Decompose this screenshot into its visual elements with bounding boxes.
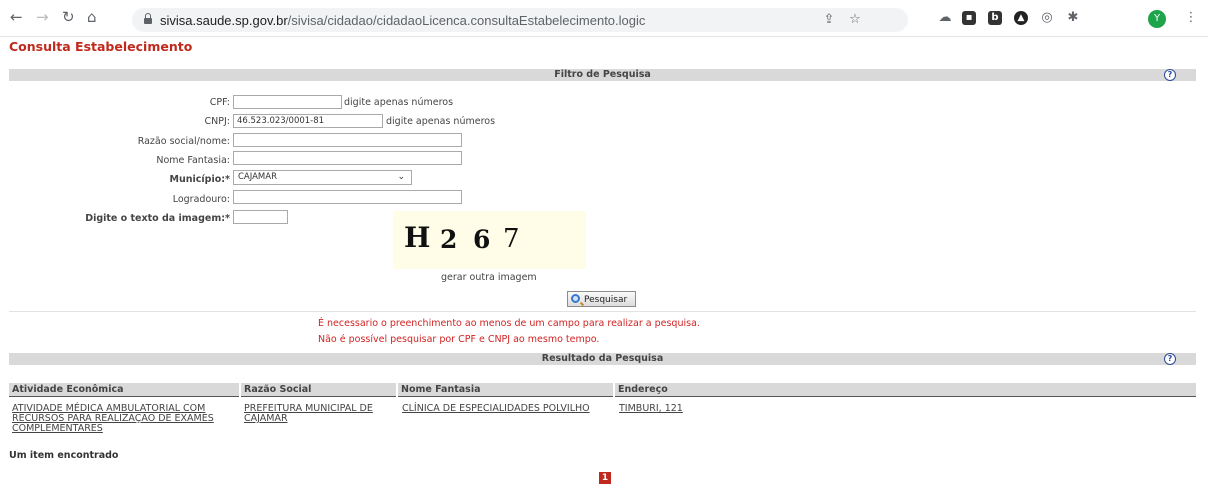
cell-line: CAJAMAR <box>244 413 288 424</box>
error-message-1: É necessario o preenchimento ao menos de… <box>318 318 700 329</box>
profile-avatar[interactable]: Y <box>1148 10 1166 28</box>
search-button-label: Pesquisar <box>584 295 628 305</box>
cnpj-hint: digite apenas números <box>386 116 496 127</box>
cpf-hint: digite apenas números <box>344 97 454 108</box>
menu-kebab-icon[interactable]: ⋮ <box>1184 11 1198 25</box>
municipio-select[interactable]: CAJAMAR ⌄ <box>233 170 412 185</box>
bookmark-star-icon[interactable]: ☆ <box>848 13 862 27</box>
captcha-char: H <box>404 221 431 254</box>
home-icon[interactable]: ⌂ <box>87 9 97 25</box>
reload-icon[interactable]: ↻ <box>62 9 75 25</box>
fantasia-label: Nome Fantasia: <box>156 155 230 166</box>
captcha-char: 2 <box>440 225 458 254</box>
address-bar[interactable]: sivisa.saude.sp.gov.br/sivisa/cidadao/ci… <box>132 8 908 32</box>
browser-toolbar: ← → ↻ ⌂ sivisa.saude.sp.gov.br/sivisa/ci… <box>0 0 1208 37</box>
cpf-input[interactable] <box>233 95 342 109</box>
captcha-char: 6 <box>473 225 491 254</box>
help-icon[interactable]: ? <box>1164 353 1176 365</box>
filter-header-label: Filtro de Pesquisa <box>554 69 651 80</box>
puzzle-extensions-icon[interactable]: ✱ <box>1066 11 1080 25</box>
cnpj-label: CNPJ: <box>204 116 230 127</box>
cell-line: COMPLEMENTARES <box>12 423 103 434</box>
logradouro-input[interactable] <box>233 190 462 204</box>
cell-fantasia-link[interactable]: CLÍNICA DE ESPECIALIDADES POLVILHO <box>402 404 590 414</box>
lock-icon <box>144 13 152 24</box>
search-button[interactable]: Pesquisar <box>567 291 636 307</box>
back-icon[interactable]: ← <box>10 9 23 25</box>
cell-atividade-link[interactable]: ATIVIDADE MÉDICA AMBULATORIAL COM RECURS… <box>12 404 214 434</box>
image-extension-icon[interactable]: ▪ <box>962 11 976 25</box>
captcha-char: 7 <box>503 224 520 254</box>
help-icon[interactable]: ? <box>1164 69 1176 81</box>
logradouro-label: Logradouro: <box>172 194 230 205</box>
cpf-label: CPF: <box>209 97 230 108</box>
error-message-2: Não é possível pesquisar por CPF e CNPJ … <box>318 334 600 345</box>
razao-input[interactable] <box>233 133 462 147</box>
cloud-extension-icon[interactable]: ☁ <box>938 11 952 25</box>
column-header-atividade[interactable]: Atividade Econômica <box>9 383 239 397</box>
b-extension-icon[interactable]: b <box>988 11 1002 25</box>
column-header-endereco[interactable]: Endereço <box>615 383 1196 397</box>
captcha-label: Digite o texto da imagem:* <box>85 213 230 224</box>
cnpj-input[interactable]: 46.523.023/0001-81 <box>233 114 383 128</box>
municipio-value: CAJAMAR <box>238 172 277 182</box>
cell-endereco-link[interactable]: TIMBURI, 121 <box>619 404 683 414</box>
captcha-image: H 2 6 7 <box>393 211 586 269</box>
chevron-down-icon: ⌄ <box>397 172 405 182</box>
result-count: Um item encontrado <box>9 450 119 461</box>
chat-extension-icon[interactable]: ◎ <box>1040 11 1054 25</box>
page-number-current[interactable]: 1 <box>599 472 611 484</box>
cell-razao-link[interactable]: PREFEITURA MUNICIPAL DE CAJAMAR <box>244 404 373 424</box>
fantasia-input[interactable] <box>233 151 462 165</box>
page-title: Consulta Estabelecimento <box>9 39 193 54</box>
divider <box>9 311 1196 312</box>
captcha-input[interactable] <box>233 210 288 224</box>
share-icon[interactable]: ⇪ <box>822 13 836 27</box>
magnifier-icon <box>571 294 580 303</box>
filter-header: Filtro de Pesquisa ? <box>9 69 1196 81</box>
forward-icon[interactable]: → <box>36 9 49 25</box>
razao-label: Razão social/nome: <box>137 136 230 147</box>
results-header: Resultado da Pesquisa ? <box>9 353 1196 365</box>
url-text: sivisa.saude.sp.gov.br/sivisa/cidadao/ci… <box>160 13 646 28</box>
a-extension-icon[interactable]: ▲ <box>1014 11 1028 25</box>
regenerate-captcha-link[interactable]: gerar outra imagem <box>441 272 537 283</box>
municipio-label: Município:* <box>169 174 230 185</box>
column-header-razao[interactable]: Razão Social <box>241 383 396 397</box>
column-header-fantasia[interactable]: Nome Fantasia <box>398 383 613 397</box>
results-header-label: Resultado da Pesquisa <box>541 353 664 364</box>
